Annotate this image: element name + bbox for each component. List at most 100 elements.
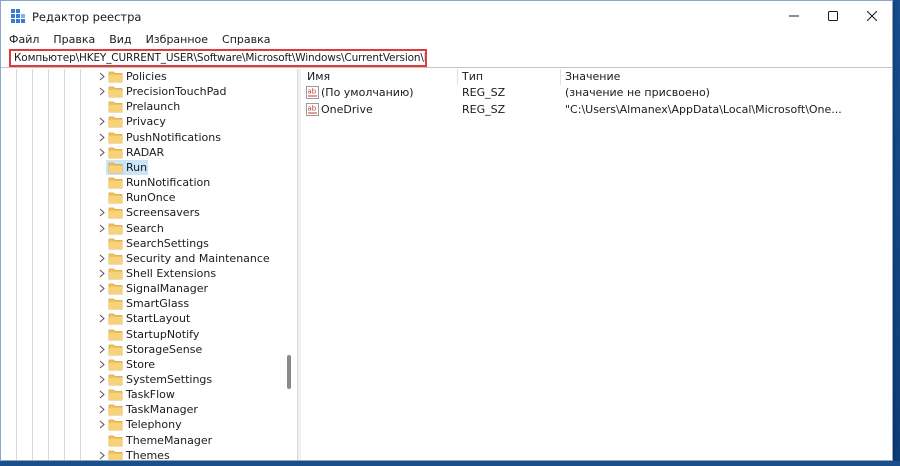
tree-item[interactable]: TaskFlow (1, 387, 281, 402)
folder-icon (108, 192, 123, 204)
folder-icon (108, 101, 123, 113)
chevron-right-icon[interactable] (98, 345, 106, 354)
chevron-right-icon[interactable] (98, 284, 106, 293)
folder-icon (108, 329, 123, 340)
tree-scrollbar-thumb[interactable] (287, 355, 291, 389)
column-header-type[interactable]: Тип (462, 69, 483, 85)
tree-item-label: Policies (126, 70, 167, 83)
tree-item-label: Telephony (126, 418, 182, 432)
tree-item-label: StartupNotify (126, 327, 200, 341)
chevron-right-icon[interactable] (98, 314, 106, 323)
registry-editor-window: Редактор реестра Файл Правка Вид Избранн… (0, 0, 893, 461)
folder-icon (108, 238, 123, 250)
column-header-value[interactable]: Значение (565, 69, 620, 85)
tree-item[interactable]: Search (1, 221, 281, 236)
values-list-pane: Имя Тип Значение ab (По умолчанию) REG_S… (301, 69, 892, 460)
folder-icon (108, 117, 123, 128)
folder-icon (108, 344, 123, 356)
folder-icon (108, 283, 123, 295)
tree-item[interactable]: Security and Maintenance (1, 251, 281, 266)
value-type: REG_SZ (462, 86, 506, 99)
chevron-right-icon[interactable] (98, 224, 106, 233)
tree-item[interactable]: SmartGlass (1, 296, 281, 311)
chevron-right-icon[interactable] (98, 390, 106, 399)
close-button[interactable] (850, 1, 892, 31)
chevron-right-icon[interactable] (98, 208, 106, 217)
tree-item[interactable]: ThemeManager (1, 433, 281, 448)
tree-item-label: TaskManager (126, 403, 198, 417)
chevron-right-icon[interactable] (98, 405, 106, 414)
chevron-right-icon[interactable] (98, 420, 106, 429)
maximize-icon (828, 11, 838, 21)
string-value-icon: ab (306, 86, 319, 99)
tree-item[interactable]: Policies (1, 69, 281, 84)
tree-item[interactable]: Run (1, 159, 281, 175)
tree-item-label: Themes (126, 448, 170, 461)
value-row[interactable]: ab OneDrive REG_SZ "C:\Users\Almanex\App… (301, 102, 892, 118)
maximize-button[interactable] (811, 1, 855, 31)
svg-text:ab: ab (308, 105, 317, 113)
tree-item-label: Store (126, 357, 156, 371)
tree-item[interactable]: TaskManager (1, 402, 281, 417)
close-icon (867, 11, 877, 21)
tree-item-label: Run (126, 160, 148, 174)
folder-icon (108, 223, 123, 234)
tree-item-label: Shell Extensions (126, 266, 217, 280)
chevron-right-icon[interactable] (98, 133, 106, 142)
key-tree-pane: Policies PrecisionTouchPad Prelaunch Privac… (1, 69, 296, 461)
chevron-right-icon[interactable] (98, 87, 106, 96)
tree-item-label: PushNotifications (126, 130, 221, 144)
tree-item[interactable]: Themes (1, 448, 281, 461)
tree-item[interactable]: RADAR (1, 145, 281, 160)
tree-item[interactable]: StartLayout (1, 311, 281, 326)
tree-item-label: Screensavers (126, 206, 200, 220)
string-value-icon: ab (306, 103, 319, 116)
tree-item[interactable]: RunOnce (1, 190, 281, 205)
tree-item[interactable]: Screensavers (1, 205, 281, 220)
tree-item[interactable]: Prelaunch (1, 99, 281, 114)
title-bar[interactable]: Редактор реестра (1, 1, 892, 31)
column-separator[interactable] (457, 69, 458, 85)
tree-item-label: Privacy (126, 115, 166, 129)
chevron-right-icon[interactable] (98, 72, 106, 81)
folder-icon (108, 420, 123, 431)
tree-item[interactable]: SystemSettings (1, 372, 281, 387)
tree-item-label: SmartGlass (126, 297, 190, 311)
chevron-right-icon[interactable] (98, 254, 106, 263)
tree-item[interactable]: Telephony (1, 417, 281, 432)
tree-scrollbar[interactable] (286, 69, 292, 460)
tree-item[interactable]: StartupNotify (1, 327, 281, 342)
tree-item[interactable]: SearchSettings (1, 236, 281, 251)
tree-item[interactable]: Shell Extensions (1, 266, 281, 281)
menu-favorites[interactable]: Избранное (139, 31, 215, 48)
tree-item[interactable]: SignalManager (1, 281, 281, 296)
menu-view[interactable]: Вид (102, 31, 138, 48)
column-header-name[interactable]: Имя (307, 69, 330, 85)
column-separator[interactable] (560, 69, 561, 85)
chevron-right-icon[interactable] (98, 360, 106, 369)
menu-edit[interactable]: Правка (46, 31, 102, 48)
value-row[interactable]: ab (По умолчанию) REG_SZ (значение не пр… (301, 85, 892, 101)
chevron-right-icon[interactable] (98, 117, 106, 126)
chevron-right-icon[interactable] (98, 375, 106, 384)
menu-file[interactable]: Файл (1, 31, 46, 48)
folder-icon (108, 359, 123, 371)
chevron-right-icon[interactable] (98, 451, 106, 460)
tree-item[interactable]: PrecisionTouchPad (1, 84, 281, 99)
address-input[interactable]: Компьютер\HKEY_CURRENT_USER\Software\Mic… (9, 49, 427, 67)
chevron-right-icon[interactable] (98, 148, 106, 157)
folder-icon (108, 435, 123, 446)
tree-item[interactable]: PushNotifications (1, 130, 281, 145)
tree-item-label: TaskFlow (126, 388, 175, 402)
tree-item[interactable]: Store (1, 357, 281, 372)
tree-item[interactable]: RunNotification (1, 175, 281, 190)
tree-item[interactable]: Privacy (1, 114, 281, 129)
folder-icon (108, 268, 123, 280)
menu-help[interactable]: Справка (215, 31, 277, 48)
folder-icon (108, 450, 123, 460)
tree-item-label: Search (126, 221, 164, 235)
value-name: OneDrive (321, 103, 373, 116)
minimize-button[interactable] (772, 1, 816, 31)
chevron-right-icon[interactable] (98, 269, 106, 278)
tree-item[interactable]: StorageSense (1, 342, 281, 357)
